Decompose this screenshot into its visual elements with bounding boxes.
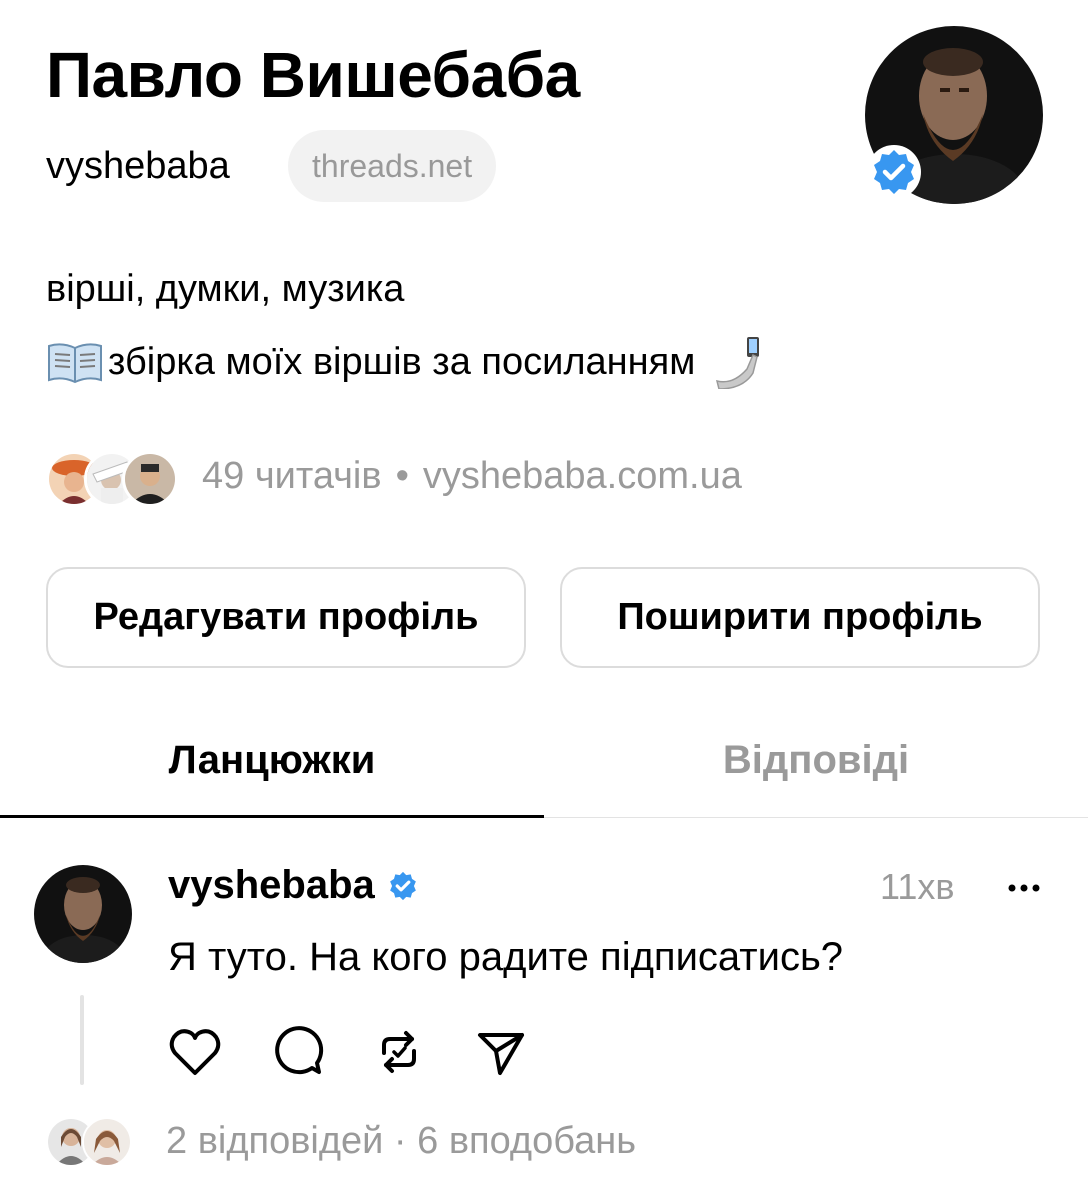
bio-line-1: вірші, думки, музика xyxy=(46,268,405,310)
tab-replies[interactable]: Відповіді xyxy=(544,738,1088,783)
share-icon[interactable] xyxy=(472,1023,530,1081)
post-time: 11хв xyxy=(880,866,955,907)
more-options-icon[interactable] xyxy=(1004,868,1044,908)
bio-line-2: збірка моїх віршів за посиланням xyxy=(46,335,763,390)
bio-line-2-text: збірка моїх віршів за посиланням xyxy=(108,340,696,383)
profile-link[interactable]: vyshebaba.com.ua xyxy=(423,455,742,498)
verified-badge-small-icon xyxy=(385,868,421,904)
edit-profile-button[interactable]: Редагувати профіль xyxy=(46,567,526,668)
profile-name: Павло Вишебаба xyxy=(46,39,580,111)
replies-likes-summary[interactable]: 2 відповідей · 6 вподобань xyxy=(166,1120,636,1163)
active-tab-indicator xyxy=(0,815,544,818)
post-actions xyxy=(166,1023,574,1081)
reply-avatars xyxy=(46,1117,146,1167)
repost-icon[interactable] xyxy=(370,1023,428,1081)
followers-row[interactable]: 49 читачів • vyshebaba.com.ua xyxy=(46,448,742,507)
post-author-avatar[interactable] xyxy=(34,865,132,963)
replies-summary-row[interactable]: 2 відповідей · 6 вподобань xyxy=(46,1117,636,1167)
tab-threads[interactable]: Ланцюжки xyxy=(0,738,544,783)
thread-line xyxy=(80,995,84,1085)
profile-username: vyshebaba xyxy=(46,145,230,187)
post-author[interactable]: vyshebaba xyxy=(168,863,421,908)
post-username[interactable]: vyshebaba xyxy=(168,863,375,908)
follower-avatar xyxy=(122,451,178,507)
share-profile-button[interactable]: Поширити профіль xyxy=(560,567,1040,668)
threads-domain-badge[interactable]: threads.net xyxy=(288,130,497,202)
reply-avatar xyxy=(82,1117,132,1167)
comment-icon[interactable] xyxy=(268,1023,326,1081)
selfie-hand-emoji-icon xyxy=(713,335,763,390)
follower-avatars xyxy=(46,448,180,507)
followers-count: 49 читачів xyxy=(202,454,382,497)
verified-badge-icon xyxy=(866,144,922,200)
separator-dot: • xyxy=(395,454,409,497)
heart-icon[interactable] xyxy=(166,1023,224,1081)
open-book-emoji-icon xyxy=(46,340,104,384)
post-text: Я туто. На кого радите підписатись? xyxy=(168,935,844,979)
